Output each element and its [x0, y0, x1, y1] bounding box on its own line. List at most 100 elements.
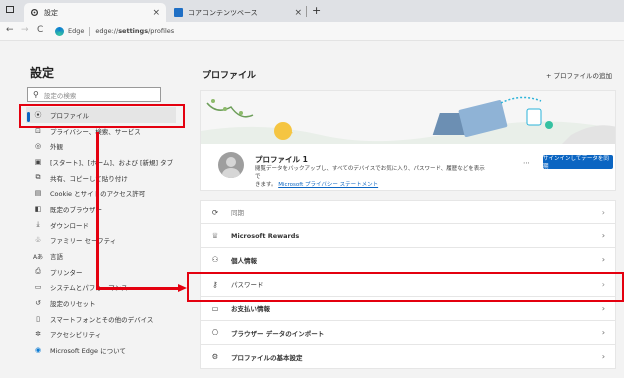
row-label: ブラウザー データのインポート	[231, 329, 325, 338]
language-icon: Aあ	[32, 253, 44, 261]
edge-logo-icon	[55, 26, 64, 36]
chevron-right-icon: ›	[601, 231, 605, 241]
add-profile-button[interactable]: + プロファイルの追加	[546, 70, 612, 80]
printer-icon: ⎙	[35, 267, 41, 276]
back-button[interactable]: ←	[6, 25, 14, 35]
row-import-browser-data[interactable]: ⎔ ブラウザー データのインポート ›	[200, 320, 616, 346]
sidebar-title: 設定	[30, 66, 55, 80]
privacy-statement-link[interactable]: Microsoft プライバシー ステートメント	[278, 182, 378, 188]
url-separator	[89, 26, 91, 36]
sidebar-item-appearance[interactable]: ◎ 外観	[26, 138, 176, 154]
sidebar-item-accessibility[interactable]: ✲ アクセシビリティ	[26, 327, 176, 343]
personal-info-icon: ⚇	[211, 255, 219, 265]
profile-desc-line2: きます。	[255, 182, 277, 188]
import-icon: ⎔	[211, 328, 219, 338]
site-favicon-icon	[174, 8, 183, 17]
address-bar: ← → C Edge edge://settings/profiles	[0, 22, 624, 41]
cookie-icon: ▤	[34, 189, 42, 198]
chevron-right-icon: ›	[601, 303, 605, 313]
chevron-right-icon: ›	[601, 352, 605, 362]
profile-card: プロファイル 1 閲覧データをバックアップし、すべてのデバイスでお気に入り、パス…	[200, 144, 616, 191]
row-label: 同期	[231, 209, 244, 218]
share-icon: ⧉	[35, 173, 41, 182]
url-prefix: edge://	[95, 27, 119, 35]
chevron-right-icon: ›	[601, 207, 605, 217]
trophy-icon: ♕	[211, 231, 219, 241]
row-sync[interactable]: ⟳ 同期 ›	[200, 200, 616, 225]
more-options-icon[interactable]: ⋯	[523, 159, 530, 167]
sidebar-item-label: スマートフォンとその他のデバイス	[50, 315, 154, 324]
forward-button[interactable]: →	[21, 25, 29, 35]
refresh-button[interactable]: C	[37, 25, 43, 35]
sidebar-item-label: 外観	[50, 143, 63, 152]
tab-core-content[interactable]: コアコンテンツベース ×	[170, 3, 306, 22]
annotation-arrow-line	[96, 287, 180, 290]
avatar	[218, 152, 244, 178]
settings-icon: ⚙	[211, 352, 219, 362]
row-label: 個人情報	[231, 256, 257, 265]
sidebar-item-share[interactable]: ⧉ 共有、コピーして貼り付け	[26, 170, 176, 186]
search-placeholder: 設定の検索	[43, 91, 77, 100]
title-bar: 設定 × コアコンテンツベース × +	[0, 0, 624, 22]
chevron-right-icon: ›	[601, 328, 605, 338]
start-icon: ▣	[34, 157, 42, 166]
sidebar-item-reset[interactable]: ↺ 設定のリセット	[26, 295, 176, 311]
tab-close-icon[interactable]: ×	[152, 8, 160, 18]
phone-icon: ▯	[36, 314, 40, 323]
sidebar-item-printers[interactable]: ⎙ プリンター	[26, 264, 176, 280]
sidebar-item-label: ダウンロード	[50, 221, 89, 230]
sidebar-item-downloads[interactable]: ⤓ ダウンロード	[26, 217, 176, 233]
window-menu-icon[interactable]	[6, 6, 14, 13]
appearance-icon: ◎	[34, 142, 42, 151]
sidebar-item-label: プリンター	[50, 268, 83, 277]
url-host: settings	[118, 27, 149, 35]
chevron-right-icon: ›	[601, 255, 605, 265]
sidebar-item-family[interactable]: ♧ ファミリー セーフティ	[26, 233, 176, 249]
sidebar-item-label: ファミリー セーフティ	[50, 237, 117, 246]
edge-icon: ◉	[34, 346, 42, 355]
row-label: お支払い情報	[231, 305, 270, 314]
annotation-arrow-line	[96, 132, 99, 290]
url-field[interactable]: Edge edge://settings/profiles	[55, 24, 615, 38]
row-microsoft-rewards[interactable]: ♕ Microsoft Rewards ›	[200, 224, 616, 249]
sync-icon: ⟳	[211, 207, 219, 217]
profile-name: プロファイル 1	[255, 155, 308, 164]
row-label: プロファイルの基本設定	[231, 353, 303, 362]
tab-settings[interactable]: 設定 ×	[24, 3, 166, 22]
sidebar-item-languages[interactable]: Aあ 言語	[26, 248, 176, 264]
browser-label: Edge	[68, 27, 85, 35]
sidebar-item-devices[interactable]: ▯ スマートフォンとその他のデバイス	[26, 311, 176, 327]
profile-desc-line1: 閲覧データをバックアップし、すべてのデバイスでお気に入り、パスワード、履歴などを…	[255, 166, 485, 180]
download-icon: ⤓	[36, 220, 40, 229]
row-profile-preferences[interactable]: ⚙ プロファイルの基本設定 ›	[200, 345, 616, 370]
settings-search-input[interactable]: ⚲ 設定の検索	[27, 87, 161, 102]
sidebar-item-label: 既定のブラウザー	[50, 205, 102, 214]
sidebar-item-label: 共有、コピーして貼り付け	[50, 174, 128, 183]
sidebar-item-about[interactable]: ◉ Microsoft Edge について	[26, 342, 176, 358]
family-icon: ♧	[34, 236, 42, 245]
profile-panel: プロファイル + プロファイルの追加 プロファイル 1 閲覧データをバックアップ…	[190, 41, 624, 378]
arrow-right-icon	[178, 284, 187, 292]
card-icon: ▭	[211, 303, 219, 313]
sidebar-item-cookies[interactable]: ▤ Cookie とサイトのアクセス許可	[26, 185, 176, 201]
sign-in-sync-button[interactable]: サインインしてデータを同期	[543, 155, 613, 170]
sidebar-item-label: Microsoft Edge について	[50, 347, 126, 356]
sidebar-item-label: 設定のリセット	[50, 300, 96, 309]
url-path: /profiles	[148, 27, 175, 35]
sidebar-item-label: アクセシビリティ	[50, 331, 102, 340]
row-personal-info[interactable]: ⚇ 個人情報 ›	[200, 248, 616, 273]
reset-icon: ↺	[35, 299, 41, 308]
browser-icon: ◧	[34, 204, 42, 213]
new-tab-button[interactable]: +	[312, 4, 321, 17]
banner-art	[201, 96, 615, 144]
sidebar-item-default-browser[interactable]: ◧ 既定のブラウザー	[26, 201, 176, 217]
tab-close-icon[interactable]: ×	[294, 8, 302, 18]
sidebar-nav: ⦿プロファイル ⊡プライバシー、検索、サービス ◎外観 ▣[スタート]、[ホーム…	[26, 107, 176, 358]
accessibility-icon: ✲	[35, 330, 41, 339]
profile-banner-illustration	[200, 90, 616, 144]
sidebar-item-start[interactable]: ▣ [スタート]、[ホーム]、および [新規] タブ	[26, 154, 176, 170]
gear-icon	[30, 8, 39, 17]
system-icon: ▭	[34, 283, 42, 292]
sidebar-item-label: [スタート]、[ホーム]、および [新規] タブ	[50, 158, 174, 167]
sidebar-item-label: 言語	[50, 253, 63, 262]
